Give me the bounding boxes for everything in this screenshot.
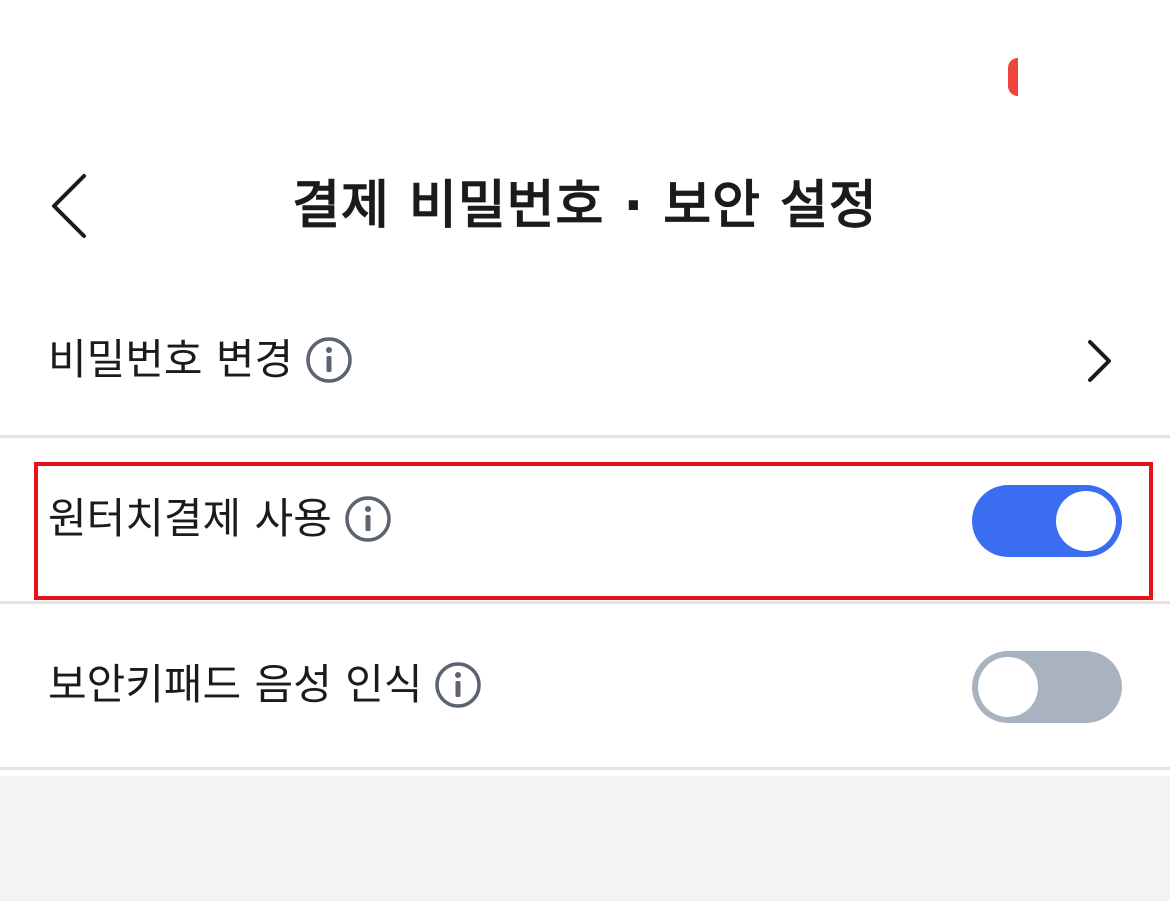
info-icon[interactable] xyxy=(305,336,353,384)
toggle-knob xyxy=(978,657,1038,717)
header: 결제 비밀번호 · 보안 설정 xyxy=(0,150,1170,262)
change-password-label-group: 비밀번호 변경 xyxy=(48,332,353,388)
toggle-knob xyxy=(1056,491,1116,551)
chevron-right-icon xyxy=(1084,338,1114,384)
status-bar xyxy=(0,0,1170,120)
keypad-voice-label-group: 보안키패드 음성 인식 xyxy=(48,657,482,713)
one-touch-payment-row: 원터치결제 사용 xyxy=(0,438,1170,604)
page-title: 결제 비밀번호 · 보안 설정 xyxy=(292,176,878,236)
one-touch-payment-label: 원터치결제 사용 xyxy=(48,494,332,543)
one-touch-payment-toggle[interactable] xyxy=(972,485,1122,557)
info-icon[interactable] xyxy=(434,661,482,709)
one-touch-payment-label-group: 원터치결제 사용 xyxy=(48,491,392,547)
keypad-voice-row: 보안키패드 음성 인식 xyxy=(0,604,1170,770)
change-password-row[interactable]: 비밀번호 변경 xyxy=(0,288,1170,438)
change-password-label: 비밀번호 변경 xyxy=(48,335,294,384)
status-indicator xyxy=(1008,58,1018,96)
info-icon[interactable] xyxy=(344,495,392,543)
footer-area xyxy=(0,776,1170,901)
settings-list: 비밀번호 변경 원터치결제 사용 보안키패드 음성 인식 xyxy=(0,288,1170,770)
keypad-voice-toggle[interactable] xyxy=(972,651,1122,723)
keypad-voice-label: 보안키패드 음성 인식 xyxy=(48,660,423,709)
